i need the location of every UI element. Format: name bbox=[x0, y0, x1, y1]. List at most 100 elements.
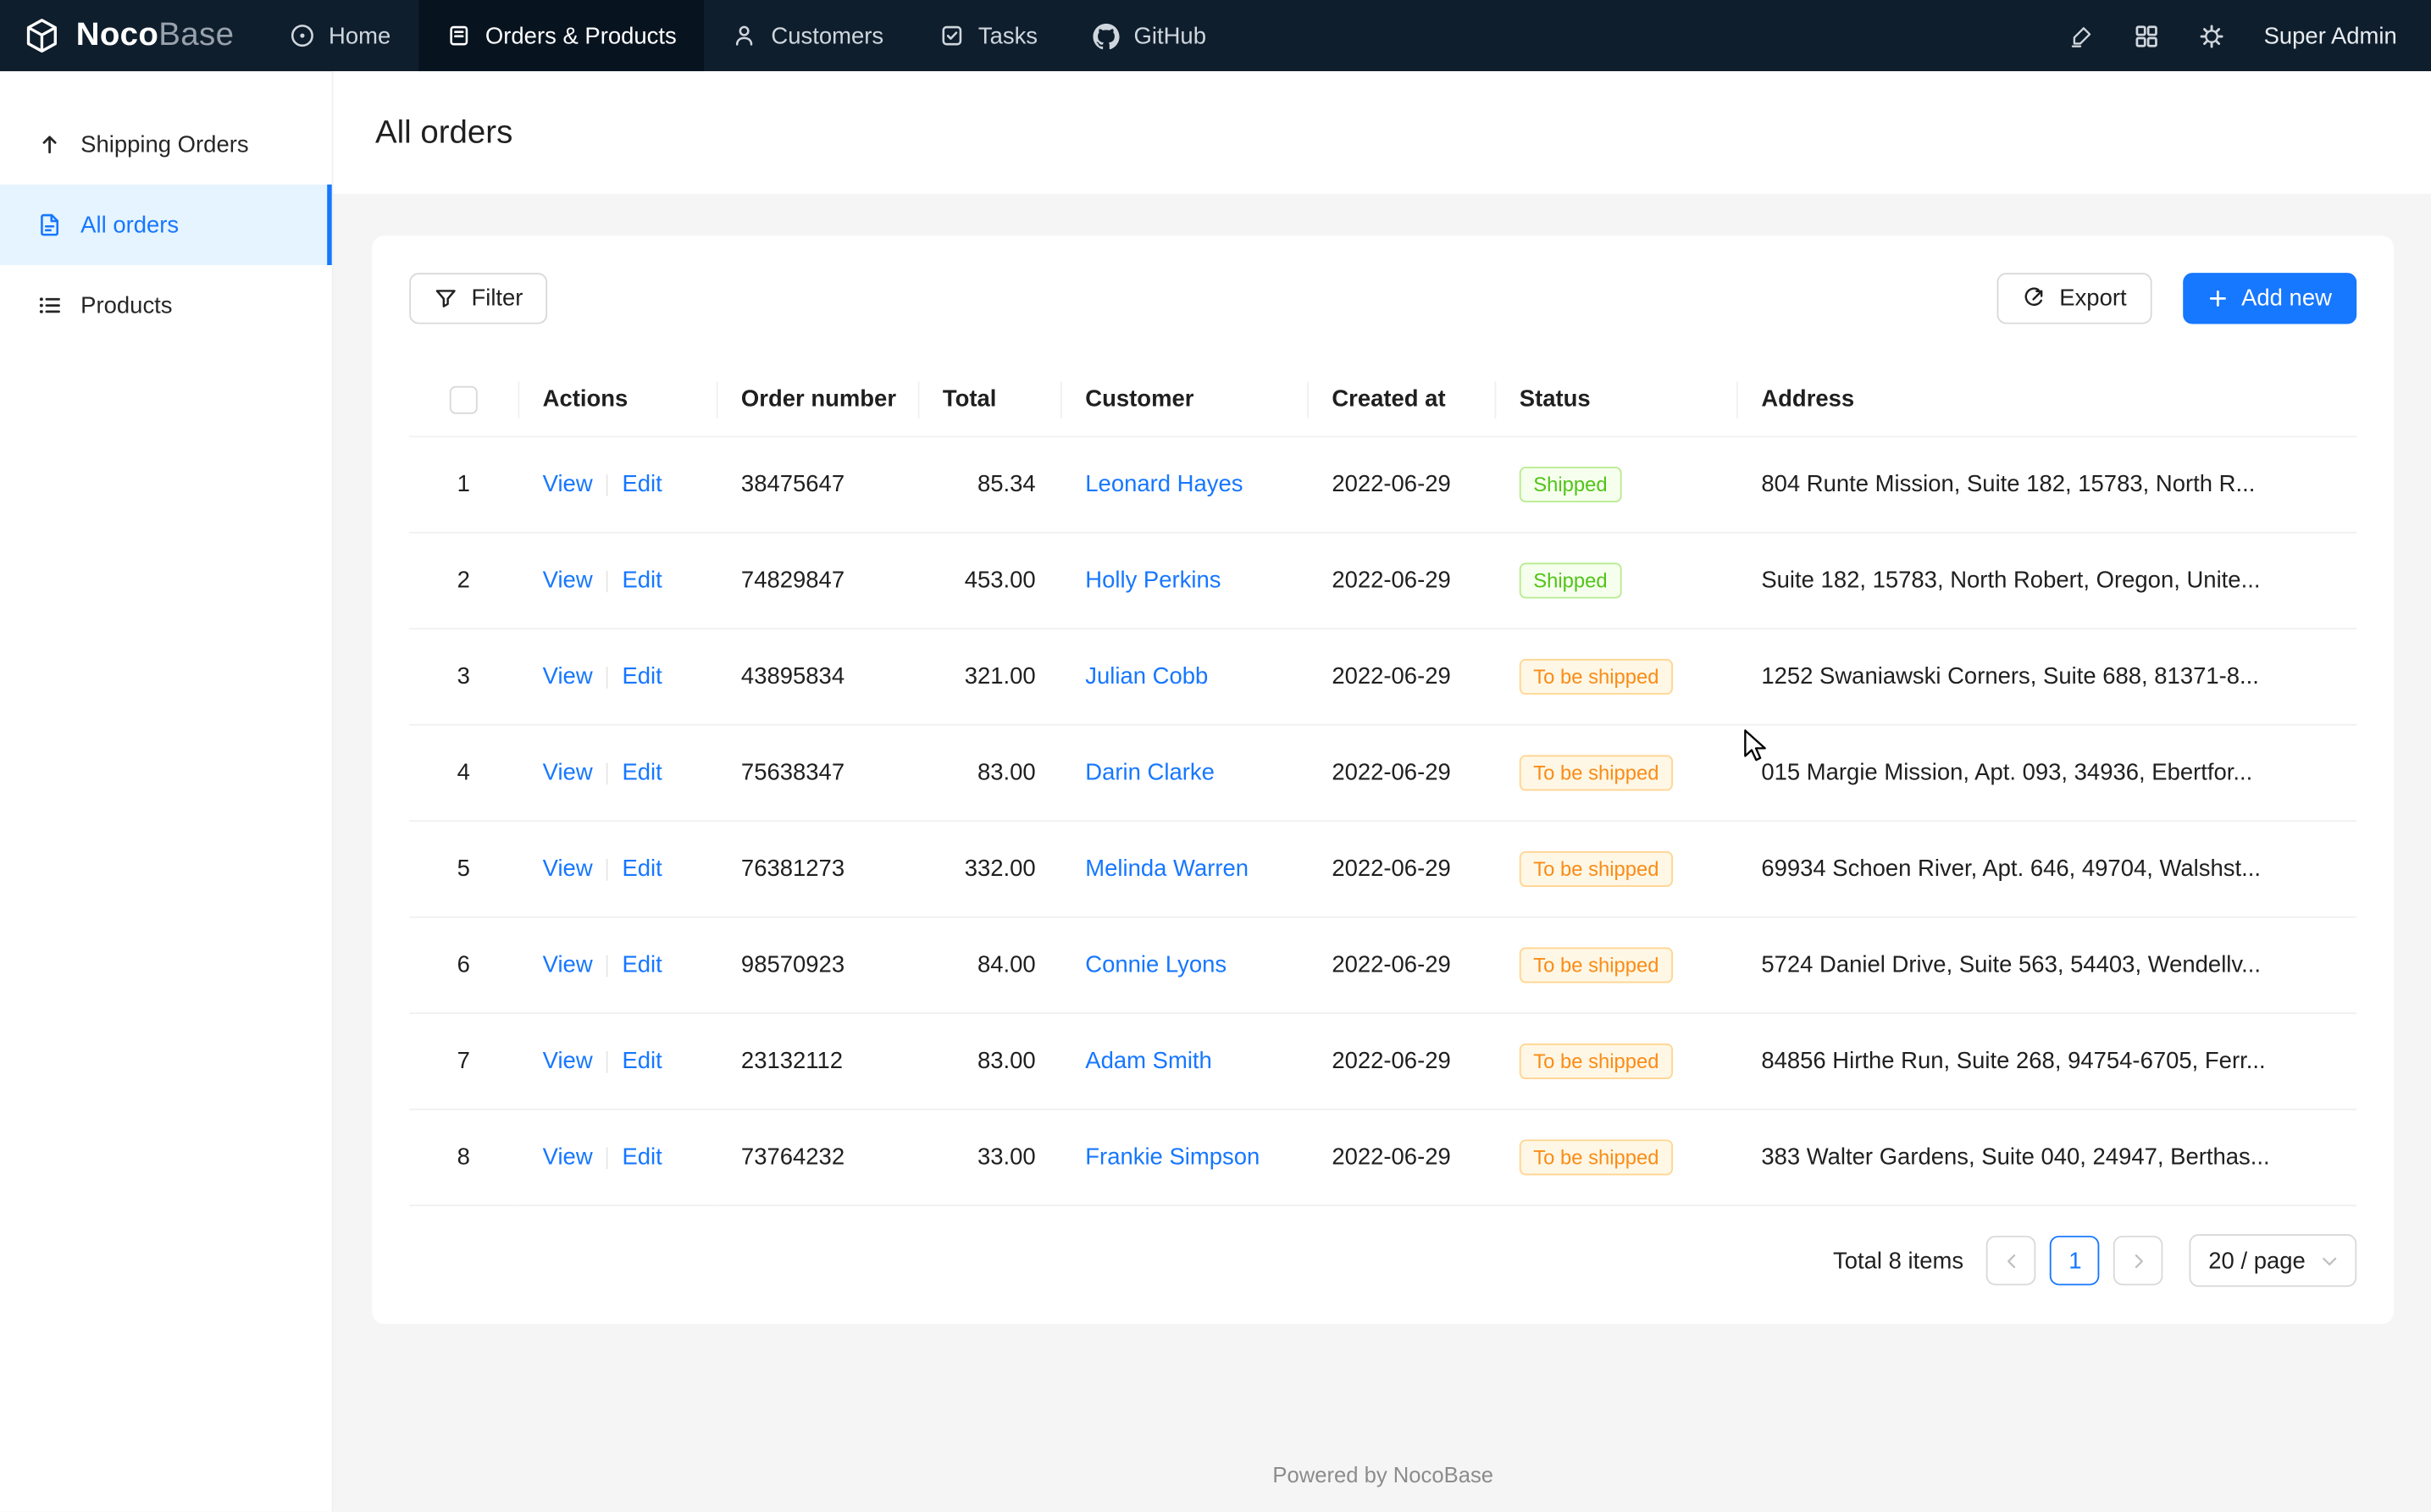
customer-link[interactable]: Julian Cobb bbox=[1085, 663, 1208, 690]
nav-item-label: Tasks bbox=[978, 23, 1038, 49]
blocks-icon[interactable] bbox=[2134, 23, 2160, 49]
customer-link[interactable]: Melinda Warren bbox=[1085, 856, 1249, 882]
edit-link[interactable]: Edit bbox=[622, 471, 662, 497]
action-divider bbox=[606, 1148, 608, 1170]
order-total: 33.00 bbox=[977, 1144, 1036, 1171]
action-divider bbox=[606, 571, 608, 593]
filter-button[interactable]: Filter bbox=[409, 273, 548, 324]
add-new-button[interactable]: Add new bbox=[2183, 273, 2357, 324]
created-at: 2022-06-29 bbox=[1332, 663, 1450, 690]
edit-link[interactable]: Edit bbox=[622, 1144, 662, 1171]
view-link[interactable]: View bbox=[543, 760, 593, 786]
order-number: 75638347 bbox=[741, 760, 844, 786]
nav-item-github[interactable]: GitHub bbox=[1066, 0, 1234, 71]
address-text: 69934 Schoen River, Apt. 646, 49704, Wal… bbox=[1761, 856, 2261, 882]
view-link[interactable]: View bbox=[543, 471, 593, 497]
powered-by-text: Powered by NocoBase bbox=[372, 1428, 2394, 1512]
edit-link[interactable]: Edit bbox=[622, 760, 662, 786]
edit-link[interactable]: Edit bbox=[622, 952, 662, 978]
view-link[interactable]: View bbox=[543, 663, 593, 690]
tasks-icon bbox=[939, 23, 964, 47]
select-all-checkbox[interactable] bbox=[450, 385, 478, 413]
row-index: 6 bbox=[457, 952, 470, 978]
nav-item-label: GitHub bbox=[1134, 23, 1206, 49]
table-body: 1 ViewEdit 38475647 85.34 Leonard Hayes … bbox=[409, 436, 2356, 1205]
edit-link[interactable]: Edit bbox=[622, 856, 662, 882]
action-divider bbox=[606, 955, 608, 978]
sidebar-item-label: Shipping Orders bbox=[80, 131, 248, 158]
action-divider bbox=[606, 1051, 608, 1073]
filter-icon bbox=[435, 287, 457, 310]
table-toolbar: Filter Export bbox=[409, 273, 2356, 324]
order-number: 76381273 bbox=[741, 856, 844, 882]
address-text: 84856 Hirthe Run, Suite 268, 94754-6705,… bbox=[1761, 1048, 2265, 1074]
sidebar-item-label: All orders bbox=[80, 212, 179, 238]
nav-item-label: Customers bbox=[771, 23, 883, 49]
nav-item-tasks[interactable]: Tasks bbox=[911, 0, 1066, 71]
col-header-address: Address bbox=[1736, 363, 2356, 436]
next-page-button[interactable] bbox=[2114, 1236, 2164, 1286]
export-icon bbox=[2022, 287, 2045, 310]
customer-link[interactable]: Adam Smith bbox=[1085, 1048, 1212, 1074]
status-badge: Shipped bbox=[1520, 562, 1621, 598]
export-button-label: Export bbox=[2059, 285, 2126, 312]
view-link[interactable]: View bbox=[543, 1048, 593, 1074]
page-1-button[interactable]: 1 bbox=[2051, 1236, 2101, 1286]
order-number: 98570923 bbox=[741, 952, 844, 978]
sidebar-item-products[interactable]: Products bbox=[0, 265, 332, 346]
pagination: Total 8 items 1 20 / page bbox=[409, 1234, 2356, 1287]
github-icon bbox=[1094, 23, 1120, 49]
table-header-row: Actions Order number Total Customer Crea… bbox=[409, 363, 2356, 436]
sidebar-item-shipping-orders[interactable]: Shipping Orders bbox=[0, 104, 332, 185]
nav-item-orders-products[interactable]: Orders & Products bbox=[418, 0, 705, 71]
nav-item-home[interactable]: Home bbox=[262, 0, 418, 71]
view-link[interactable]: View bbox=[543, 568, 593, 594]
order-total: 84.00 bbox=[977, 952, 1036, 978]
export-button[interactable]: Export bbox=[1997, 273, 2151, 324]
chevron-down-icon bbox=[2321, 1252, 2338, 1269]
created-at: 2022-06-29 bbox=[1332, 568, 1450, 594]
orders-icon bbox=[446, 23, 471, 47]
col-header-actions: Actions bbox=[518, 363, 716, 436]
sidebar-item-all-orders[interactable]: All orders bbox=[0, 185, 332, 265]
view-link[interactable]: View bbox=[543, 1144, 593, 1171]
table-row: 4 ViewEdit 75638347 83.00 Darin Clarke 2… bbox=[409, 725, 2356, 821]
customer-link[interactable]: Leonard Hayes bbox=[1085, 471, 1243, 497]
view-link[interactable]: View bbox=[543, 952, 593, 978]
nocobase-logo[interactable]: NocoBase bbox=[0, 15, 262, 56]
edit-link[interactable]: Edit bbox=[622, 568, 662, 594]
col-header-order-number: Order number bbox=[717, 363, 918, 436]
user-menu[interactable]: Super Admin bbox=[2264, 23, 2397, 49]
customer-link[interactable]: Connie Lyons bbox=[1085, 952, 1227, 978]
edit-link[interactable]: Edit bbox=[622, 663, 662, 690]
list-icon bbox=[37, 293, 62, 318]
order-number: 73764232 bbox=[741, 1144, 844, 1171]
row-index: 4 bbox=[457, 760, 470, 786]
orders-table: Actions Order number Total Customer Crea… bbox=[409, 363, 2356, 1206]
address-text: 383 Walter Gardens, Suite 040, 24947, Be… bbox=[1761, 1144, 2269, 1171]
action-divider bbox=[606, 667, 608, 689]
action-divider bbox=[606, 763, 608, 785]
view-link[interactable]: View bbox=[543, 856, 593, 882]
col-header-created-at: Created at bbox=[1307, 363, 1494, 436]
page-size-select[interactable]: 20 / page bbox=[2190, 1234, 2356, 1287]
chevron-left-icon bbox=[2003, 1252, 2020, 1269]
edit-link[interactable]: Edit bbox=[622, 1048, 662, 1074]
home-icon bbox=[290, 23, 314, 47]
gear-icon[interactable] bbox=[2199, 23, 2225, 49]
order-number: 38475647 bbox=[741, 471, 844, 497]
nav-item-customers[interactable]: Customers bbox=[705, 0, 911, 71]
address-text: 804 Runte Mission, Suite 182, 15783, Nor… bbox=[1761, 471, 2255, 497]
main-area: All orders Filter bbox=[334, 71, 2431, 1511]
created-at: 2022-06-29 bbox=[1332, 471, 1450, 497]
created-at: 2022-06-29 bbox=[1332, 760, 1450, 786]
prev-page-button[interactable] bbox=[1987, 1236, 2037, 1286]
status-badge: To be shipped bbox=[1520, 755, 1673, 790]
address-text: 1252 Swaniawski Corners, Suite 688, 8137… bbox=[1761, 663, 2259, 690]
ui-editor-icon[interactable] bbox=[2068, 23, 2095, 49]
address-text: Suite 182, 15783, North Robert, Oregon, … bbox=[1761, 568, 2260, 594]
page-title: All orders bbox=[375, 114, 512, 152]
customer-link[interactable]: Holly Perkins bbox=[1085, 568, 1221, 594]
customer-link[interactable]: Frankie Simpson bbox=[1085, 1144, 1260, 1171]
customer-link[interactable]: Darin Clarke bbox=[1085, 760, 1215, 786]
